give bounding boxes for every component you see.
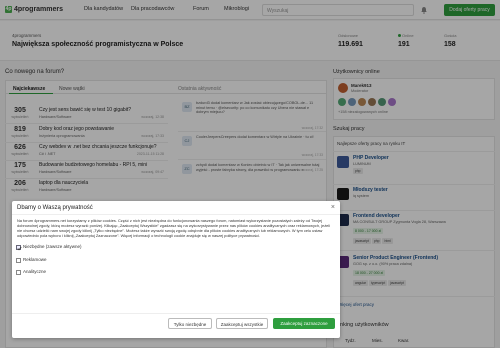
accept-all-button[interactable]: Zaakceptuj wszystkie [216,318,268,329]
divider [12,313,340,314]
checkbox-ads[interactable] [16,258,21,263]
checkbox-ads-label: Reklamowe [23,257,47,262]
checkbox-necessary-label: Niezbędne (zawsze aktywne) [23,244,82,249]
necessary-only-button[interactable]: Tylko niezbędne [168,318,212,329]
cookie-title: Dbamy o Waszą prywatność [17,205,93,211]
cookie-body: Na forum 4programmers.net korzystamy z p… [17,218,331,239]
checkbox-analytics-label: Analityczne [23,269,47,274]
close-icon[interactable]: × [331,204,335,211]
checkbox-analytics[interactable] [16,270,21,275]
accept-selected-button[interactable]: Zaakceptuj zaznaczone [273,318,335,329]
checkbox-necessary[interactable] [16,245,22,251]
cookie-consent-dialog: Dbamy o Waszą prywatność × Na forum 4pro… [12,201,340,338]
divider [12,214,340,215]
